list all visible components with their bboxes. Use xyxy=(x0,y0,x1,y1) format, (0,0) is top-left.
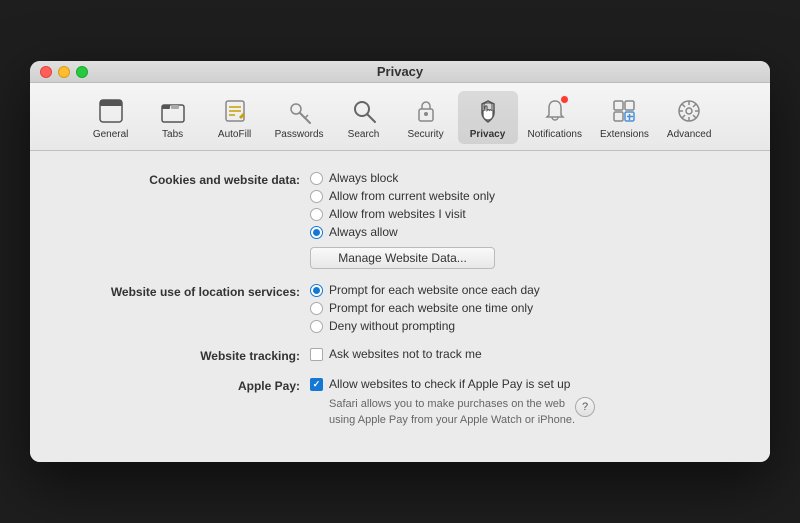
location-deny-label: Deny without prompting xyxy=(329,319,455,333)
location-row: Website use of location services: Prompt… xyxy=(70,283,730,333)
cookie-websites-visit-label: Allow from websites I visit xyxy=(329,207,466,221)
radio-prompt-day[interactable] xyxy=(310,284,323,297)
search-icon xyxy=(348,95,380,127)
location-options: Prompt for each website once each day Pr… xyxy=(310,283,540,333)
location-prompt-once[interactable]: Prompt for each website one time only xyxy=(310,301,540,315)
cookie-always-block[interactable]: Always block xyxy=(310,171,495,185)
passwords-label: Passwords xyxy=(275,129,324,140)
applepay-checkbox-label: Allow websites to check if Apple Pay is … xyxy=(329,377,570,391)
cookie-current-website-label: Allow from current website only xyxy=(329,189,495,203)
radio-deny[interactable] xyxy=(310,320,323,333)
tabs-icon xyxy=(157,95,189,127)
cookie-always-allow-label: Always allow xyxy=(329,225,398,239)
tracking-option-label: Ask websites not to track me xyxy=(329,347,482,361)
notifications-icon xyxy=(539,95,571,127)
security-icon xyxy=(410,95,442,127)
applepay-row: Apple Pay: Allow websites to check if Ap… xyxy=(70,377,730,428)
location-label: Website use of location services: xyxy=(70,283,310,299)
radio-current-website[interactable] xyxy=(310,190,323,203)
cookies-label: Cookies and website data: xyxy=(70,171,310,187)
cookie-current-website[interactable]: Allow from current website only xyxy=(310,189,495,203)
tab-passwords[interactable]: Passwords xyxy=(267,91,332,144)
extensions-label: Extensions xyxy=(600,129,649,140)
maximize-button[interactable] xyxy=(76,66,88,78)
applepay-desc-line1: Safari allows you to make purchases on t… xyxy=(329,398,565,410)
advanced-icon xyxy=(673,95,705,127)
applepay-content: Allow websites to check if Apple Pay is … xyxy=(310,377,595,428)
tab-extensions[interactable]: Extensions xyxy=(592,91,657,144)
radio-websites-visit[interactable] xyxy=(310,208,323,221)
radio-prompt-once[interactable] xyxy=(310,302,323,315)
cookies-options: Always block Allow from current website … xyxy=(310,171,495,269)
tracking-label: Website tracking: xyxy=(70,347,310,363)
window-title: Privacy xyxy=(377,64,423,79)
tabs-label: Tabs xyxy=(162,129,183,140)
applepay-desc-line2: using Apple Pay from your Apple Watch or… xyxy=(329,414,575,426)
location-deny[interactable]: Deny without prompting xyxy=(310,319,540,333)
close-button[interactable] xyxy=(40,66,52,78)
general-icon xyxy=(95,95,127,127)
help-button[interactable]: ? xyxy=(575,397,595,417)
tracking-row: Website tracking: Ask websites not to tr… xyxy=(70,347,730,363)
tab-security[interactable]: Security xyxy=(396,91,456,144)
applepay-checkbox-option[interactable]: Allow websites to check if Apple Pay is … xyxy=(310,377,595,391)
toolbar: General Tabs xyxy=(30,83,770,151)
autofill-icon xyxy=(219,95,251,127)
security-label: Security xyxy=(407,129,443,140)
minimize-button[interactable] xyxy=(58,66,70,78)
checkbox-applepay[interactable] xyxy=(310,378,323,391)
titlebar: Privacy xyxy=(30,61,770,83)
cookie-websites-visit[interactable]: Allow from websites I visit xyxy=(310,207,495,221)
radio-always-block[interactable] xyxy=(310,172,323,185)
tab-tabs[interactable]: Tabs xyxy=(143,91,203,144)
safari-preferences-window: Privacy General Tabs xyxy=(30,61,770,462)
manage-website-data-button[interactable]: Manage Website Data... xyxy=(310,247,495,269)
general-label: General xyxy=(93,129,129,140)
tab-general[interactable]: General xyxy=(81,91,141,144)
applepay-description: Safari allows you to make purchases on t… xyxy=(329,397,575,428)
autofill-label: AutoFill xyxy=(218,129,251,140)
extensions-icon xyxy=(608,95,640,127)
cookies-row: Cookies and website data: Always block A… xyxy=(70,171,730,269)
location-prompt-day-label: Prompt for each website once each day xyxy=(329,283,540,297)
tab-search[interactable]: Search xyxy=(334,91,394,144)
checkbox-not-track[interactable] xyxy=(310,348,323,361)
location-prompt-once-label: Prompt for each website one time only xyxy=(329,301,533,315)
tab-privacy[interactable]: Privacy xyxy=(458,91,518,144)
search-label: Search xyxy=(348,129,380,140)
notifications-label: Notifications xyxy=(528,129,582,140)
tab-notifications[interactable]: Notifications xyxy=(520,91,590,144)
passwords-icon xyxy=(283,95,315,127)
traffic-lights xyxy=(40,66,88,78)
applepay-label: Apple Pay: xyxy=(70,377,310,393)
tracking-options: Ask websites not to track me xyxy=(310,347,482,361)
settings-content: Cookies and website data: Always block A… xyxy=(30,151,770,462)
tracking-checkbox-option[interactable]: Ask websites not to track me xyxy=(310,347,482,361)
location-prompt-day[interactable]: Prompt for each website once each day xyxy=(310,283,540,297)
tab-advanced[interactable]: Advanced xyxy=(659,91,719,144)
tab-autofill[interactable]: AutoFill xyxy=(205,91,265,144)
cookie-always-block-label: Always block xyxy=(329,171,398,185)
advanced-label: Advanced xyxy=(667,129,711,140)
cookie-always-allow[interactable]: Always allow xyxy=(310,225,495,239)
privacy-label: Privacy xyxy=(470,129,506,140)
radio-always-allow[interactable] xyxy=(310,226,323,239)
privacy-icon xyxy=(472,95,504,127)
